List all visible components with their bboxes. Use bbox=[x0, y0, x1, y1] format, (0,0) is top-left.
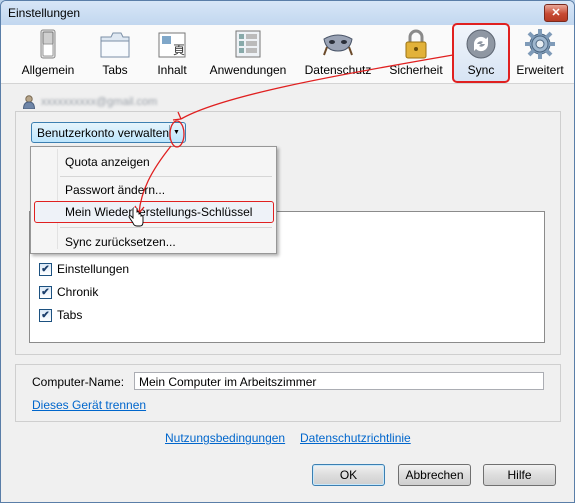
privacy-link[interactable]: Datenschutzrichtlinie bbox=[300, 431, 411, 445]
lock-icon bbox=[405, 29, 427, 59]
tab-anwendungen[interactable]: Anwendungen bbox=[206, 25, 290, 81]
terms-link[interactable]: Nutzungsbedingungen bbox=[165, 431, 285, 445]
manage-account-button[interactable]: Benutzerkonto verwalten ▼ bbox=[31, 122, 186, 143]
checkbox[interactable]: ✔ bbox=[39, 286, 52, 299]
tab-label: Sicherheit bbox=[389, 63, 443, 77]
hand-cursor-icon bbox=[128, 208, 144, 227]
tab-label: Tabs bbox=[102, 63, 128, 77]
menu-item-label: Sync zurücksetzen... bbox=[65, 235, 176, 249]
computer-name-label: Computer-Name: bbox=[32, 375, 125, 389]
account-email: xxxxxxxxxx@gmail.com bbox=[41, 96, 158, 108]
tab-tabs[interactable]: Tabs bbox=[89, 25, 141, 81]
tab-sync[interactable]: Sync bbox=[452, 23, 510, 83]
cancel-button[interactable]: Abbrechen bbox=[398, 464, 471, 486]
computer-name-value: Mein Computer im Arbeitszimmer bbox=[139, 375, 317, 389]
checkbox-label: Einstellungen bbox=[57, 262, 130, 276]
account-menu: Quota anzeigen Passwort ändern... Mein W… bbox=[30, 146, 277, 254]
svg-text:頁: 頁 bbox=[173, 43, 185, 57]
preferences-toolbar: Allgemein Tabs 頁 Inhalt Anwendungen Date… bbox=[1, 23, 574, 84]
user-icon bbox=[23, 95, 35, 109]
ok-button[interactable]: OK bbox=[312, 464, 385, 486]
tab-sicherheit[interactable]: Sicherheit bbox=[387, 25, 445, 81]
menu-item-recovery-key[interactable]: Mein Wiederherstellungs-Schlüssel bbox=[34, 201, 274, 223]
tab-label: Sync bbox=[467, 63, 495, 77]
tab-erweitert[interactable]: Erweitert bbox=[512, 25, 568, 81]
tab-label: Erweitert bbox=[516, 63, 564, 77]
tab-label: Anwendungen bbox=[209, 63, 287, 77]
tabs-icon bbox=[100, 32, 130, 58]
title-bar: Einstellungen ✕ bbox=[1, 1, 574, 25]
menu-item-quota[interactable]: Quota anzeigen bbox=[31, 151, 276, 173]
checkbox[interactable]: ✔ bbox=[39, 263, 52, 276]
computer-name-input[interactable]: Mein Computer im Arbeitszimmer bbox=[134, 372, 544, 390]
disconnect-device-link[interactable]: Dieses Gerät trennen bbox=[32, 398, 146, 412]
menu-item-change-password[interactable]: Passwort ändern... bbox=[31, 179, 276, 201]
menu-item-label: Quota anzeigen bbox=[65, 155, 150, 169]
tab-inhalt[interactable]: 頁 Inhalt bbox=[148, 25, 196, 81]
preferences-window: Einstellungen ✕ Allgemein Tabs 頁 Inhalt … bbox=[0, 0, 575, 503]
tab-label: Datenschutz bbox=[304, 63, 372, 77]
menu-separator bbox=[60, 176, 272, 177]
sync-icon bbox=[466, 29, 496, 59]
window-title: Einstellungen bbox=[8, 6, 81, 20]
tab-label: Inhalt bbox=[157, 63, 187, 77]
content-icon: 頁 bbox=[158, 32, 186, 58]
tab-datenschutz[interactable]: Datenschutz bbox=[301, 25, 375, 81]
tab-allgemein[interactable]: Allgemein bbox=[17, 25, 79, 81]
menu-item-reset-sync[interactable]: Sync zurücksetzen... bbox=[31, 231, 276, 253]
chevron-down-icon[interactable]: ▼ bbox=[169, 125, 183, 140]
tab-label: Allgemein bbox=[21, 63, 75, 77]
menu-item-label: Mein Wiederherstellungs-Schlüssel bbox=[65, 205, 253, 219]
applications-icon bbox=[235, 30, 261, 58]
menu-item-label: Passwort ändern... bbox=[65, 183, 166, 197]
checkbox-label: Chronik bbox=[57, 285, 99, 299]
switch-icon bbox=[40, 29, 56, 59]
help-button[interactable]: Hilfe bbox=[483, 464, 556, 486]
close-button[interactable]: ✕ bbox=[544, 4, 568, 22]
checkbox-label: Tabs bbox=[57, 308, 83, 322]
manage-account-label: Benutzerkonto verwalten bbox=[37, 126, 170, 140]
checkbox[interactable]: ✔ bbox=[39, 309, 52, 322]
gear-icon bbox=[525, 29, 555, 59]
menu-separator bbox=[60, 227, 272, 228]
mask-icon bbox=[323, 34, 353, 56]
